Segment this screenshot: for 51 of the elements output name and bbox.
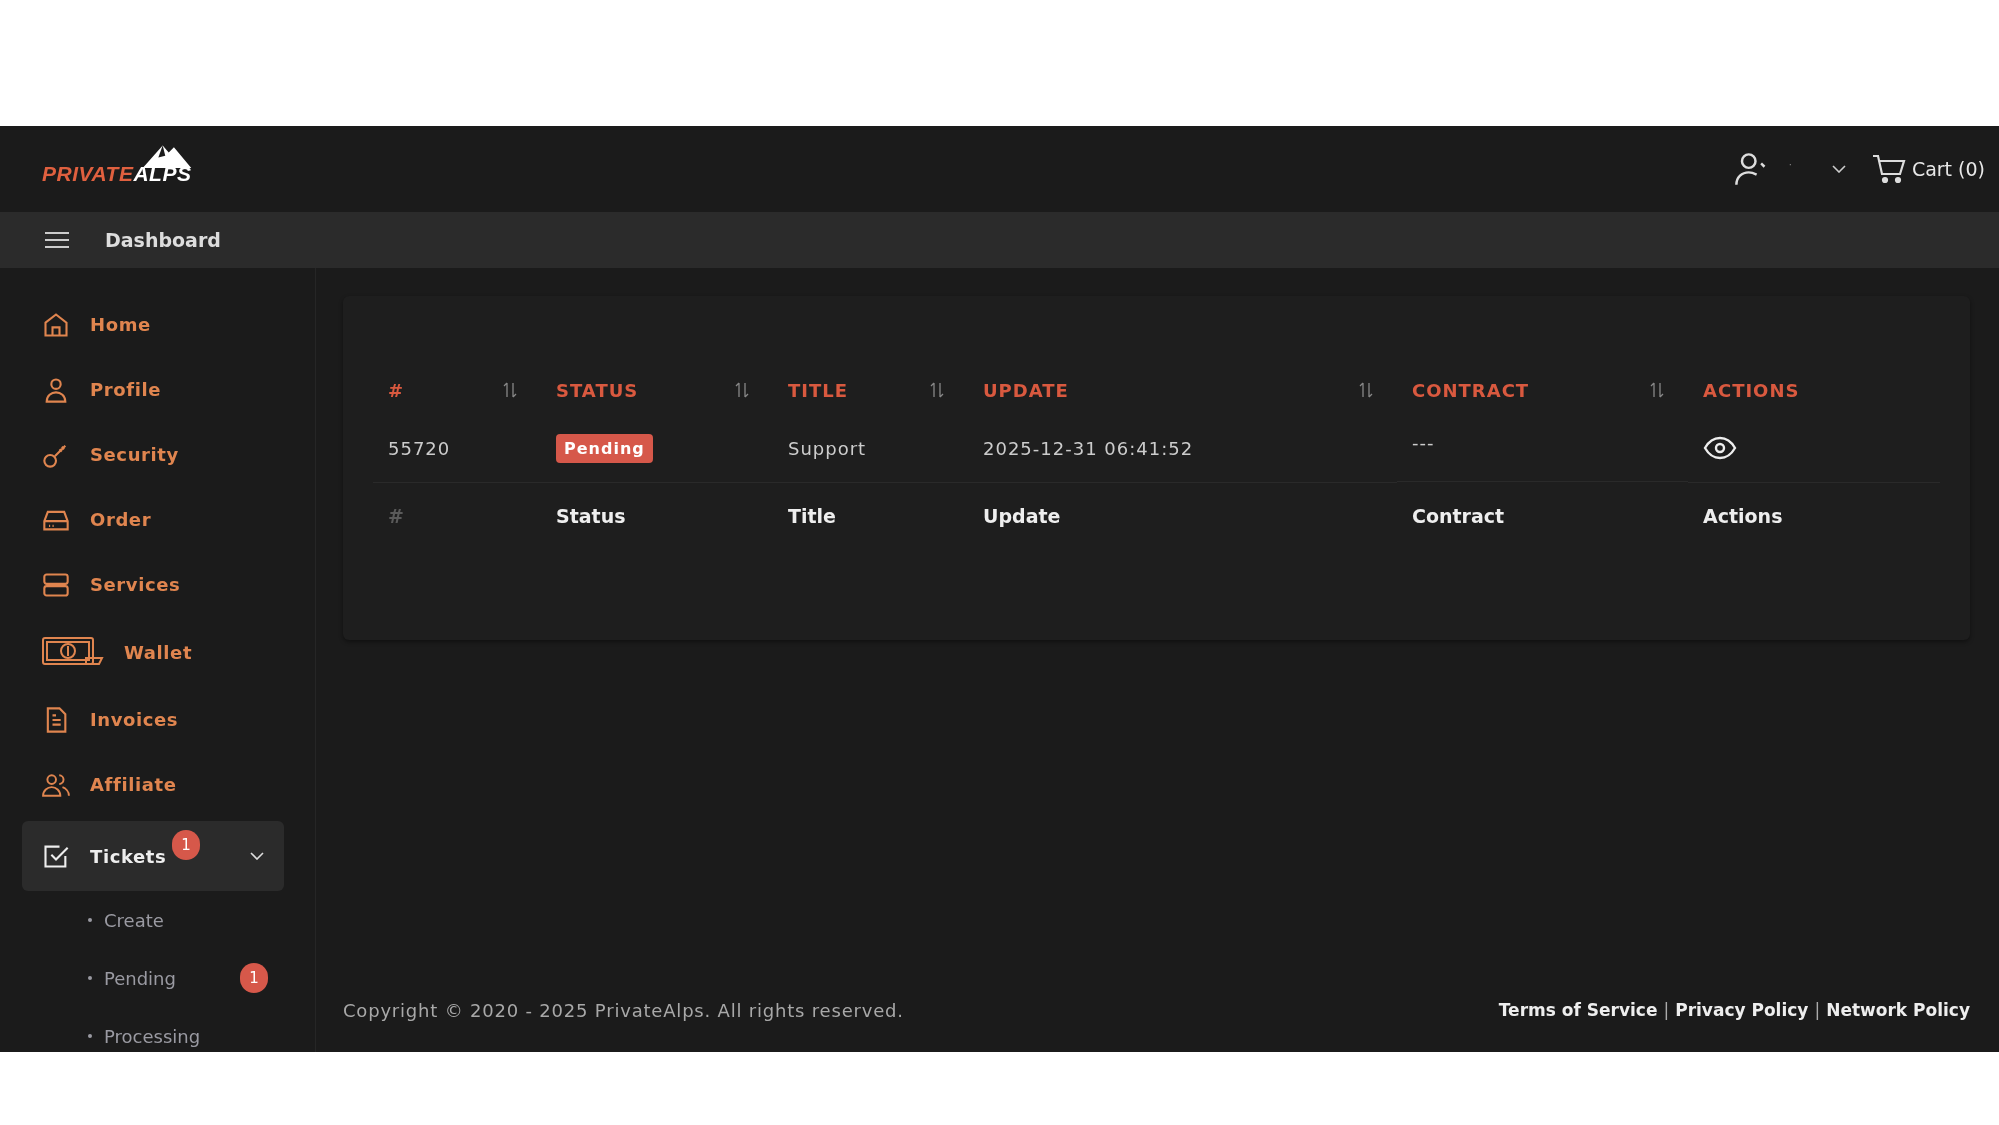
sidebar-item[interactable]: Affiliate <box>22 752 284 817</box>
sidebar-item[interactable]: Security <box>22 422 284 487</box>
footer-link[interactable]: Network Policy <box>1826 1000 1970 1020</box>
submenu-item[interactable]: Create <box>22 891 284 949</box>
sidebar-item[interactable]: Home <box>22 292 284 357</box>
separator: | <box>1663 1000 1670 1020</box>
copyright-text: Copyright © 2020 - 2025 PrivateAlps. All rights reserved. <box>343 1000 904 1021</box>
submenu-item[interactable]: Pending 1 <box>22 949 284 1007</box>
sort-icon[interactable] <box>735 382 749 398</box>
menu-icon[interactable] <box>45 231 69 249</box>
sidebar-item[interactable]: Invoices <box>22 687 284 752</box>
column-footer: Actions <box>1703 505 1783 527</box>
table-cell: 55720 <box>388 437 451 459</box>
column-header[interactable]: STATUS <box>556 379 639 401</box>
page-title: Dashboard <box>105 229 221 251</box>
sort-icon[interactable] <box>503 382 517 398</box>
column-header[interactable]: # <box>388 379 405 401</box>
sidebar-item[interactable]: Tickets 1 <box>22 821 284 891</box>
column-header[interactable]: CONTRACT <box>1412 379 1530 401</box>
sort-icon[interactable] <box>1359 382 1373 398</box>
column-footer: Update <box>983 505 1061 527</box>
submenu-item[interactable]: Processing <box>22 1007 284 1052</box>
column-footer: Contract <box>1412 505 1505 527</box>
column-header[interactable]: UPDATE <box>983 379 1069 401</box>
sidebar-item[interactable]: Profile <box>22 357 284 422</box>
footer-link[interactable]: Privacy Policy <box>1675 1000 1809 1020</box>
table-cell: Support <box>788 437 867 459</box>
sort-icon[interactable] <box>930 382 944 398</box>
separator: | <box>1814 1000 1821 1020</box>
table-cell: --- <box>1412 432 1435 453</box>
sort-icon[interactable] <box>1650 382 1664 398</box>
chevron-down-icon[interactable] <box>250 852 264 860</box>
count-badge: 1 <box>240 963 268 993</box>
table-cell: 2025-12-31 06:41:52 <box>983 437 1194 459</box>
column-footer: Title <box>788 505 836 527</box>
server-icon <box>42 570 70 599</box>
user-name[interactable]: · <box>1788 158 1792 170</box>
sidebar-item[interactable]: Order <box>22 487 284 552</box>
column-footer: Status <box>556 505 626 527</box>
eye-icon[interactable] <box>1703 436 1737 460</box>
column-header[interactable]: ACTIONS <box>1703 379 1800 401</box>
cart-button[interactable]: Cart (0) <box>1871 154 1985 184</box>
cart-icon <box>1871 154 1906 184</box>
sidebar-item[interactable]: Services <box>22 552 284 617</box>
count-badge: 1 <box>172 830 201 860</box>
status-badge: Pending <box>556 433 653 463</box>
sidebar-item[interactable]: Wallet <box>22 617 284 687</box>
footer-link[interactable]: Terms of Service <box>1498 1000 1658 1020</box>
column-footer: # <box>388 505 404 527</box>
chevron-down-icon[interactable] <box>1831 165 1846 173</box>
column-header[interactable]: TITLE <box>788 379 849 401</box>
